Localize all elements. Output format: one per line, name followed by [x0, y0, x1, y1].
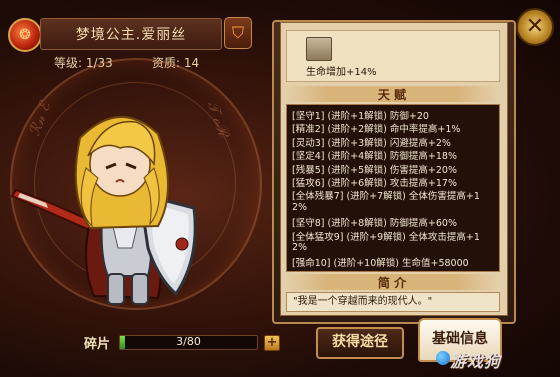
hero-name: 梦境公主.爱丽丝	[40, 18, 222, 50]
talent-item: [强命10] (进阶+10解锁) 生命值+58000	[292, 258, 469, 270]
item-effect-text: 生命增加+14%	[306, 67, 377, 78]
add-shard-button[interactable]: +	[264, 335, 280, 351]
talent-item: 2%	[292, 201, 308, 213]
hero-quality: 资质: 14	[152, 56, 200, 70]
talent-item: [精准2] (进阶+2解锁) 命中率提高+1%	[292, 124, 461, 136]
shard-label: 碎片	[84, 337, 111, 352]
intro-heading: 简 介	[286, 274, 498, 290]
equipment-item-icon[interactable]	[306, 37, 332, 61]
talent-item: [残暴5] (进阶+5解锁) 伤害提高+20%	[292, 164, 457, 176]
talent-item: [全体残暴7] (进阶+7解锁) 全体伤害提高+1	[292, 191, 480, 203]
talent-item: [坚守8] (进阶+8解锁) 防御提高+60%	[292, 218, 457, 230]
talent-list[interactable]: [坚守1] (进阶+1解锁) 防御+20 [精准2] (进阶+2解锁) 命中率提高…	[286, 104, 500, 272]
talent-item: [猛攻6] (进阶+6解锁) 攻击提高+17%	[292, 178, 457, 189]
talent-item: [坚定4] (进阶+4解锁) 防御提高+18%	[292, 151, 457, 163]
talent-heading: 天 赋	[286, 86, 498, 102]
hero-portrait	[10, 116, 197, 305]
talent-item: [全体猛攻9] (进阶+9解锁) 全体攻击提高+1	[292, 231, 480, 243]
phoenix-emblem-icon: ❂	[8, 18, 42, 52]
talent-item: [灵动3] (进阶+3解锁) 闪避提高+2%	[292, 137, 451, 149]
watermark-logo-icon	[436, 351, 450, 365]
shield-icon[interactable]: ⛉	[224, 17, 252, 49]
close-button[interactable]: ✕	[516, 8, 554, 46]
shard-progress-bar: 3/80	[119, 335, 258, 350]
talent-item: [坚守1] (进阶+1解锁) 防御+20	[292, 111, 429, 122]
watermark-text: 游戏狗	[450, 352, 502, 371]
talent-item: 2%	[292, 242, 308, 253]
shard-count: 3/80	[176, 335, 201, 348]
hero-level: 等级: 1/33	[54, 56, 113, 70]
obtain-source-button[interactable]: 获得途径	[316, 327, 404, 359]
intro-quote: "我是一个穿越而来的现代人。"	[286, 292, 500, 312]
